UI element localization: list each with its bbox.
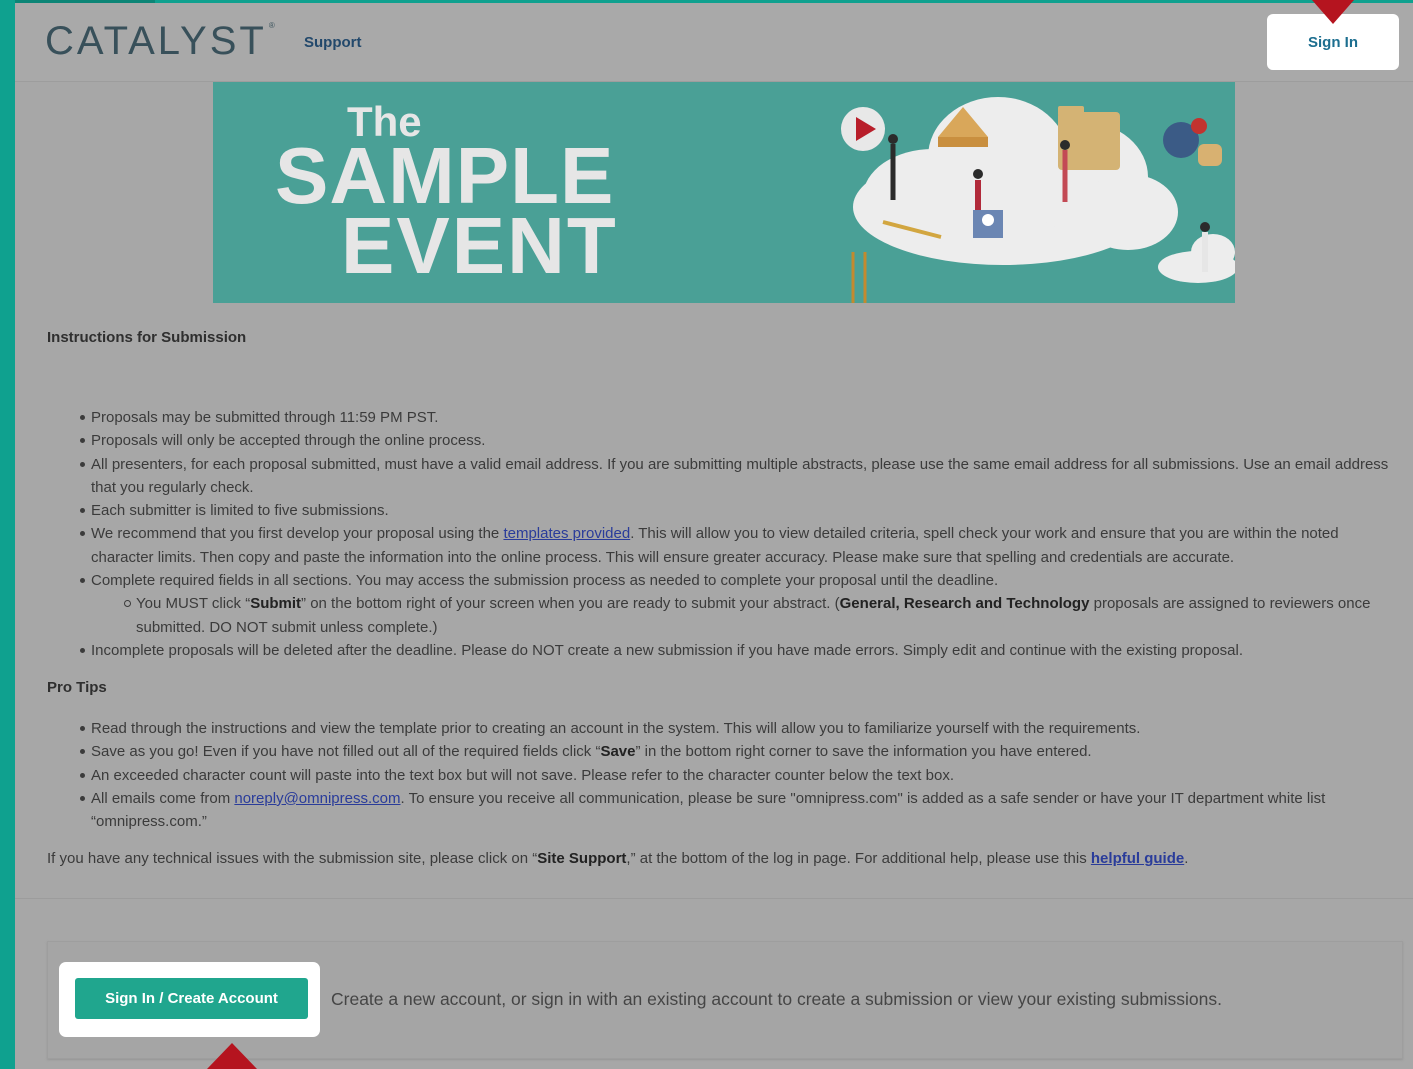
page: CATALYST ® Support Sign In The SAMPLE EVE… [15, 0, 1413, 1069]
save-text-post: ” in the bottom right corner to save the… [635, 743, 1092, 761]
submit-bold: Submit [250, 595, 302, 613]
list-item: Proposals may be submitted through 11:59… [80, 406, 1401, 429]
help-text-post: . [1184, 850, 1189, 867]
templates-provided-link[interactable]: templates provided [503, 525, 630, 542]
instructions-list: Proposals may be submitted through 11:59… [47, 406, 1401, 662]
proposal-types-bold: General, Research and Technology [839, 595, 1090, 613]
submit-text-pre: You MUST click “ [136, 595, 251, 613]
sub-list: You MUST click “Submit” on the bottom ri… [91, 592, 1401, 639]
list-item: All presenters, for each proposal submit… [80, 453, 1401, 500]
site-support-bold: Site Support [537, 850, 627, 867]
list-item: Save as you go! Even if you have not fil… [80, 740, 1401, 763]
pro-tips-heading: Pro Tips [47, 679, 107, 696]
sub-list-item: You MUST click “Submit” on the bottom ri… [124, 592, 1401, 639]
complete-text: Complete required fields in all sections… [91, 572, 999, 590]
list-item: Read through the instructions and view t… [80, 717, 1401, 740]
left-frame-border [0, 0, 15, 1069]
help-text-mid: ,” at the bottom of the log in page. For… [626, 850, 1091, 867]
list-item: All emails come from noreply@omnipress.c… [80, 787, 1401, 834]
sign-in-create-account-button[interactable]: Sign In / Create Account [75, 978, 308, 1019]
section-divider [15, 898, 1413, 899]
pro-tips-list: Read through the instructions and view t… [47, 717, 1401, 833]
site-header: CATALYST ® Support Sign In [15, 3, 1413, 81]
event-banner: The SAMPLE EVENT [213, 82, 1235, 303]
account-panel-text: Create a new account, or sign in with an… [331, 989, 1222, 1009]
helpful-guide-link[interactable]: helpful guide [1091, 850, 1184, 867]
technical-help-text: If you have any technical issues with th… [47, 850, 1397, 867]
save-text-pre: Save as you go! Even if you have not fil… [91, 743, 601, 761]
list-item: Complete required fields in all sections… [80, 569, 1401, 639]
list-item: An exceeded character count will paste i… [80, 764, 1401, 787]
help-text-pre: If you have any technical issues with th… [47, 850, 538, 867]
noreply-email-link[interactable]: noreply@omnipress.com [234, 790, 400, 807]
emails-text-pre: All emails come from [91, 789, 235, 807]
list-item: Proposals will only be accepted through … [80, 429, 1401, 452]
support-link[interactable]: Support [304, 34, 362, 51]
cloud-illustration-icon [841, 97, 1235, 303]
logo-text: CATALYST [45, 19, 267, 63]
highlight-pointer-down-icon [1312, 0, 1354, 24]
banner-event: EVENT [341, 201, 618, 290]
highlight-pointer-up-icon [207, 1043, 257, 1069]
recommend-text: We recommend that you first develop your… [91, 525, 504, 543]
list-item: Each submitter is limited to five submis… [80, 499, 1401, 522]
logo-registered-mark: ® [268, 21, 275, 30]
save-bold: Save [600, 743, 636, 761]
list-item: We recommend that you first develop your… [80, 522, 1401, 569]
instructions-heading: Instructions for Submission [47, 329, 247, 346]
list-item: Incomplete proposals will be deleted aft… [80, 639, 1401, 662]
catalyst-logo[interactable]: CATALYST ® [45, 19, 275, 64]
submit-text-mid: ” on the bottom right of your screen whe… [301, 595, 840, 613]
helpful-guide-label: helpful guide [1090, 850, 1185, 867]
